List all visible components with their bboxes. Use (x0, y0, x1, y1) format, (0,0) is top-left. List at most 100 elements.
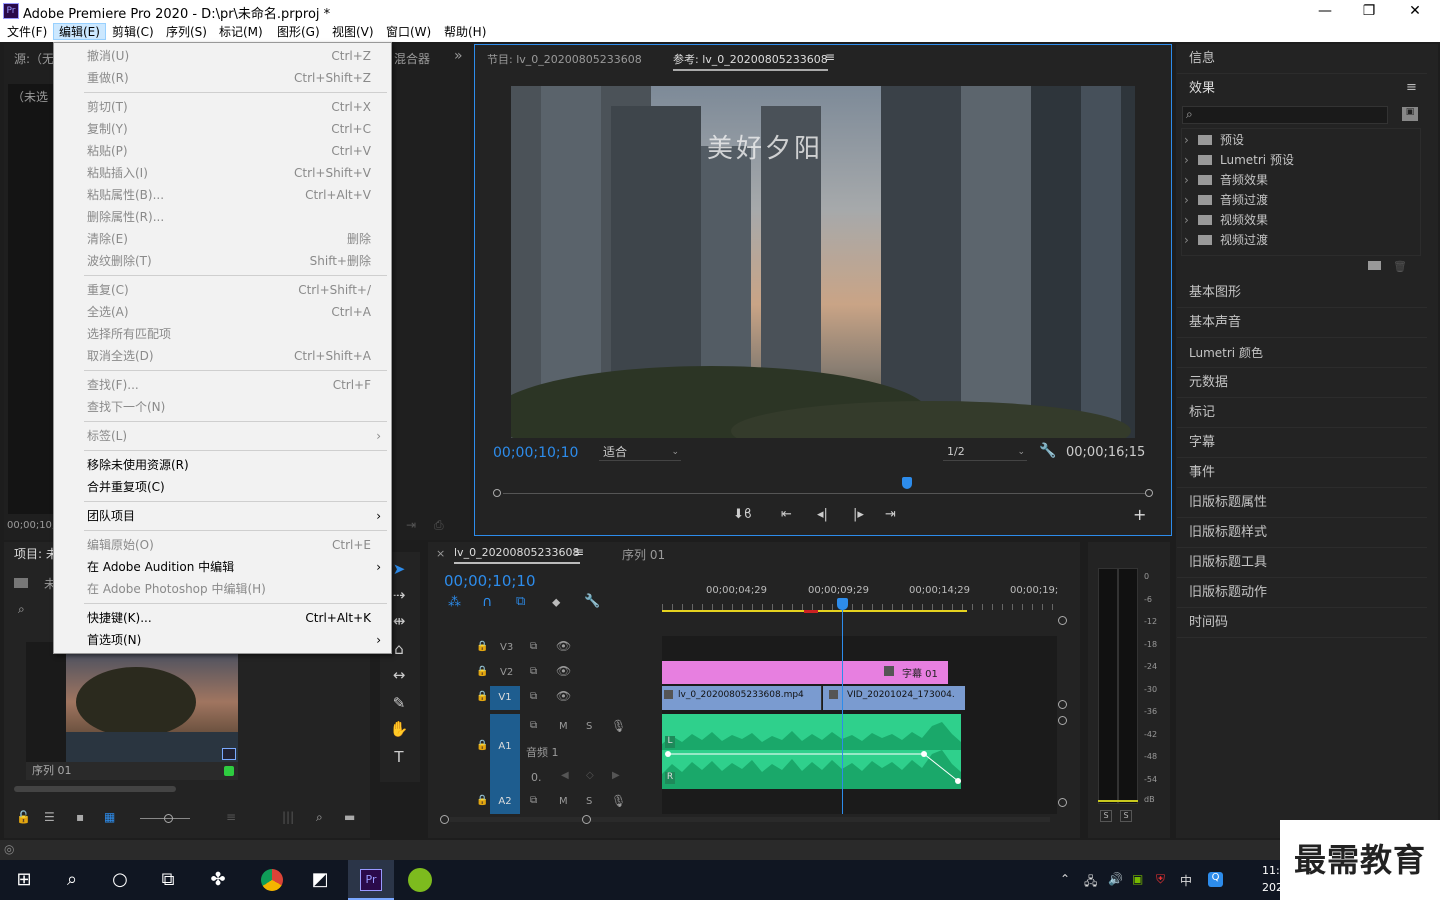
play-icon[interactable]: |▸ (853, 507, 864, 522)
automate-icon[interactable]: ||| (282, 810, 294, 824)
info-panel-header[interactable]: 信息 (1177, 44, 1427, 74)
effects-tree-item[interactable]: › 视频过渡 (1184, 230, 1268, 250)
list-view-icon[interactable]: ☰ (44, 810, 55, 824)
video-clip-1[interactable]: lv_0_20200805233608.mp4 (662, 686, 822, 710)
menu-item-ripple-delete[interactable]: 波纹删除(T) Shift+删除 (54, 250, 391, 272)
find-icon[interactable]: ⌕ (316, 810, 323, 825)
video-clip-2[interactable]: VID_20201024_173004. (823, 686, 965, 710)
timeline-tab-active[interactable]: lv_0_20200805233608 (454, 546, 580, 564)
panel-events[interactable]: 事件 (1177, 458, 1427, 488)
sync-lock-icon[interactable]: ⧉ (530, 720, 537, 731)
menu-edit[interactable]: 编辑(E) (53, 23, 106, 40)
vertical-zoom-handle[interactable] (1058, 798, 1067, 807)
vertical-zoom-handle[interactable] (1058, 616, 1067, 625)
panel-lumetri-color[interactable]: Lumetri 颜色 (1177, 338, 1427, 368)
pen-tool-icon[interactable]: ✎ (388, 692, 410, 714)
qq-icon[interactable]: Q (1208, 872, 1223, 887)
wrench-icon[interactable]: 🔧 (1039, 443, 1056, 459)
panel-legacy-title-properties[interactable]: 旧版标题属性 (1177, 488, 1427, 518)
lock-icon[interactable]: 🔒 (476, 795, 488, 806)
next-keyframe-icon[interactable]: ▶ (612, 770, 620, 781)
cortana-icon[interactable]: ○ (102, 862, 138, 898)
project-scrollbar[interactable] (14, 786, 176, 792)
nvidia-icon[interactable]: ▣ (1132, 872, 1143, 886)
mute-button[interactable]: M (559, 796, 568, 807)
button-editor-add[interactable]: + (1133, 505, 1146, 524)
menu-item-consolidate-duplicates[interactable]: 合并重复项(C) (54, 476, 391, 498)
effects-tree-item[interactable]: › 音频过渡 (1184, 190, 1268, 210)
menu-file[interactable]: 文件(F) (2, 24, 52, 41)
search-icon[interactable]: ⌕ (18, 602, 25, 617)
menu-item-deselect-all[interactable]: 取消全选(D) Ctrl+Shift+A (54, 345, 391, 367)
sync-lock-icon[interactable]: ⧉ (530, 666, 537, 677)
export-frame-icon[interactable]: ⎙ (434, 518, 444, 533)
menu-item-find-next[interactable]: 查找下一个(N) (54, 396, 391, 418)
effects-tree-item[interactable]: › Lumetri 预设 (1184, 150, 1294, 170)
maximize-button[interactable]: ❐ (1346, 0, 1392, 22)
timeline-settings-icon[interactable]: 🔧 (584, 594, 600, 609)
sync-lock-icon[interactable]: ⧉ (530, 691, 537, 702)
lock-icon[interactable]: 🔓 (16, 810, 31, 824)
effects-tree-item[interactable]: › 视频效果 (1184, 210, 1268, 230)
effects-panel-header[interactable]: 效果 (1177, 74, 1427, 104)
melon-app-icon[interactable] (402, 862, 438, 898)
network-icon[interactable]: 🖧 (1084, 872, 1097, 893)
menu-item-remove-unused[interactable]: 移除未使用资源(R) (54, 454, 391, 476)
timeline-horizontal-scrollbar[interactable] (440, 814, 1058, 826)
program-playhead[interactable] (902, 477, 913, 489)
task-view-icon[interactable]: ⧉ (150, 862, 186, 898)
menu-item-undo[interactable]: 撤消(U) Ctrl+Z (54, 45, 391, 67)
menu-item-cut[interactable]: 剪切(T) Ctrl+X (54, 96, 391, 118)
panel-timecode[interactable]: 时间码 (1177, 608, 1427, 638)
panel-essential-graphics[interactable]: 基本图形 (1177, 278, 1427, 308)
vertical-zoom-handle[interactable] (1058, 700, 1067, 709)
audio-clip-a1[interactable]: L R (662, 714, 961, 789)
sync-lock-icon[interactable]: ⧉ (530, 795, 537, 806)
pinwheel-app-icon[interactable]: ✤ (200, 862, 236, 898)
fit-select[interactable]: 适合 ⌄ (599, 443, 681, 461)
sync-lock-icon[interactable]: ⧉ (530, 641, 537, 652)
menu-item-select-all[interactable]: 全选(A) Ctrl+A (54, 301, 391, 323)
menu-item-edit-in-photoshop[interactable]: 在 Adobe Photoshop 中编辑(H) (54, 578, 391, 600)
panel-legacy-title-styles[interactable]: 旧版标题样式 (1177, 518, 1427, 548)
search-icon[interactable]: ⌕ (54, 862, 90, 898)
panel-captions[interactable]: 字幕 (1177, 428, 1427, 458)
lock-icon[interactable]: 🔒 (476, 641, 488, 652)
menu-help[interactable]: 帮助(H) (439, 24, 491, 41)
menu-item-paste-attributes[interactable]: 粘贴属性(B)... Ctrl+Alt+V (54, 184, 391, 206)
timeline-tab-close[interactable]: × (436, 547, 445, 560)
menu-item-preferences[interactable]: 首选项(N) › (54, 629, 391, 651)
new-bin-icon[interactable] (1368, 261, 1381, 270)
menu-item-find[interactable]: 查找(F)... Ctrl+F (54, 374, 391, 396)
lock-icon[interactable]: 🔒 (476, 666, 488, 677)
trash-icon[interactable]: 🗑 (1393, 260, 1407, 273)
menu-item-clear[interactable]: 清除(E) 删除 (54, 228, 391, 250)
menu-marker[interactable]: 标记(M) (214, 24, 268, 41)
step-back-icon[interactable]: ◂| (817, 507, 828, 522)
audio-mixer-tab[interactable]: 混合器 (394, 50, 430, 67)
effects-tree-item[interactable]: › 音频效果 (1184, 170, 1268, 190)
effects-tree-item[interactable]: › 预设 (1184, 130, 1244, 150)
track-label-a2[interactable]: A2 (490, 790, 520, 814)
zoom-slider-handle[interactable] (164, 814, 173, 823)
menu-clip[interactable]: 剪辑(C) (107, 24, 159, 41)
track-label-v3[interactable]: V3 (500, 642, 513, 653)
hand-tool-icon[interactable]: ✋ (388, 718, 410, 740)
menu-item-keyboard-shortcuts[interactable]: 快捷键(K)... Ctrl+Alt+K (54, 607, 391, 629)
solo-left-button[interactable]: S (1100, 810, 1112, 822)
menu-view[interactable]: 视图(V) (327, 24, 379, 41)
program-current-timecode[interactable]: 00;00;10;10 (493, 445, 578, 461)
security-icon[interactable]: ⛨ (1156, 872, 1165, 887)
effects-menu-icon[interactable]: ≡ (1406, 80, 1417, 95)
eye-icon[interactable]: 👁 (556, 639, 571, 653)
menu-sequence[interactable]: 序列(S) (161, 24, 212, 41)
menu-item-copy[interactable]: 复制(Y) Ctrl+C (54, 118, 391, 140)
solo-right-button[interactable]: S (1120, 810, 1132, 822)
menu-item-paste[interactable]: 粘贴(P) Ctrl+V (54, 140, 391, 162)
insert-icon[interactable]: ⇥ (406, 518, 416, 532)
app-window-icon[interactable]: ◩ (302, 862, 338, 898)
premiere-taskbar-button[interactable]: Pr (348, 860, 394, 900)
timeline-tab-menu-icon[interactable]: ≡ (574, 545, 584, 559)
program-tab[interactable]: 节目: lv_0_20200805233608 (487, 51, 642, 67)
menu-item-edit-in-audition[interactable]: 在 Adobe Audition 中编辑 › (54, 556, 391, 578)
